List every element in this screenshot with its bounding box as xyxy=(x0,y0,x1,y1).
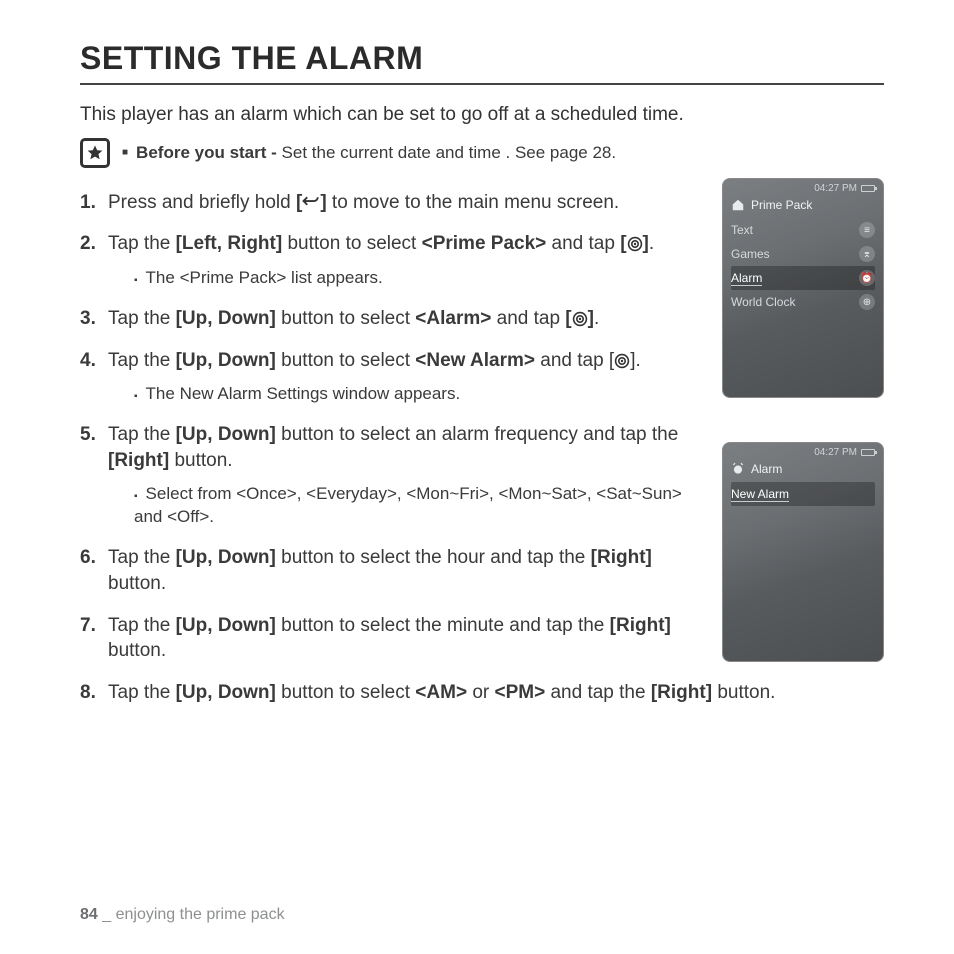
device-header: Prime Pack xyxy=(751,198,812,212)
home-icon xyxy=(731,198,745,212)
step-number: 6. xyxy=(80,545,104,596)
menu-item-world-clock: World Clock⊕ xyxy=(731,290,875,314)
device-screenshot-prime-pack: 04:27 PM Prime Pack Text≡ Games⌆ Alarm⏰ … xyxy=(722,178,884,398)
games-icon: ⌆ xyxy=(859,246,875,262)
menu-item-alarm: Alarm⏰ xyxy=(731,266,875,290)
menu-item-games: Games⌆ xyxy=(731,242,875,266)
bullet-icon: ■ xyxy=(122,147,128,158)
device-screenshot-alarm: 04:27 PM Alarm New Alarm xyxy=(722,442,884,662)
battery-icon xyxy=(861,449,875,456)
step-number: 4. xyxy=(80,348,104,407)
step-number: 5. xyxy=(80,422,104,529)
text-icon: ≡ xyxy=(859,222,875,238)
alarm-icon xyxy=(731,462,745,476)
step-number: 1. xyxy=(80,190,104,216)
menu-item-text: Text≡ xyxy=(731,218,875,242)
note-text: Before you start - Set the current date … xyxy=(136,143,616,163)
page-footer: 84 _ enjoying the prime pack xyxy=(80,906,285,924)
bullet-icon: ▪ xyxy=(134,275,138,286)
status-time: 04:27 PM xyxy=(814,447,857,458)
step-number: 2. xyxy=(80,231,104,290)
select-icon xyxy=(572,311,588,327)
back-icon xyxy=(302,194,320,208)
menu-item-new-alarm: New Alarm xyxy=(731,482,875,506)
select-icon xyxy=(627,236,643,252)
status-time: 04:27 PM xyxy=(814,183,857,194)
intro-text: This player has an alarm which can be se… xyxy=(80,103,884,128)
step-number: 7. xyxy=(80,613,104,664)
star-icon xyxy=(80,138,110,168)
battery-icon xyxy=(861,185,875,192)
step-number: 8. xyxy=(80,680,104,706)
step-number: 3. xyxy=(80,306,104,332)
globe-icon: ⊕ xyxy=(859,294,875,310)
page-title: SETTING THE ALARM xyxy=(80,40,884,85)
device-header: Alarm xyxy=(751,462,782,476)
bullet-icon: ▪ xyxy=(134,391,138,402)
select-icon xyxy=(614,353,630,369)
bullet-icon: ▪ xyxy=(134,491,138,502)
note-row: ■ Before you start - Set the current dat… xyxy=(80,138,884,168)
alarm-icon: ⏰ xyxy=(859,270,875,286)
